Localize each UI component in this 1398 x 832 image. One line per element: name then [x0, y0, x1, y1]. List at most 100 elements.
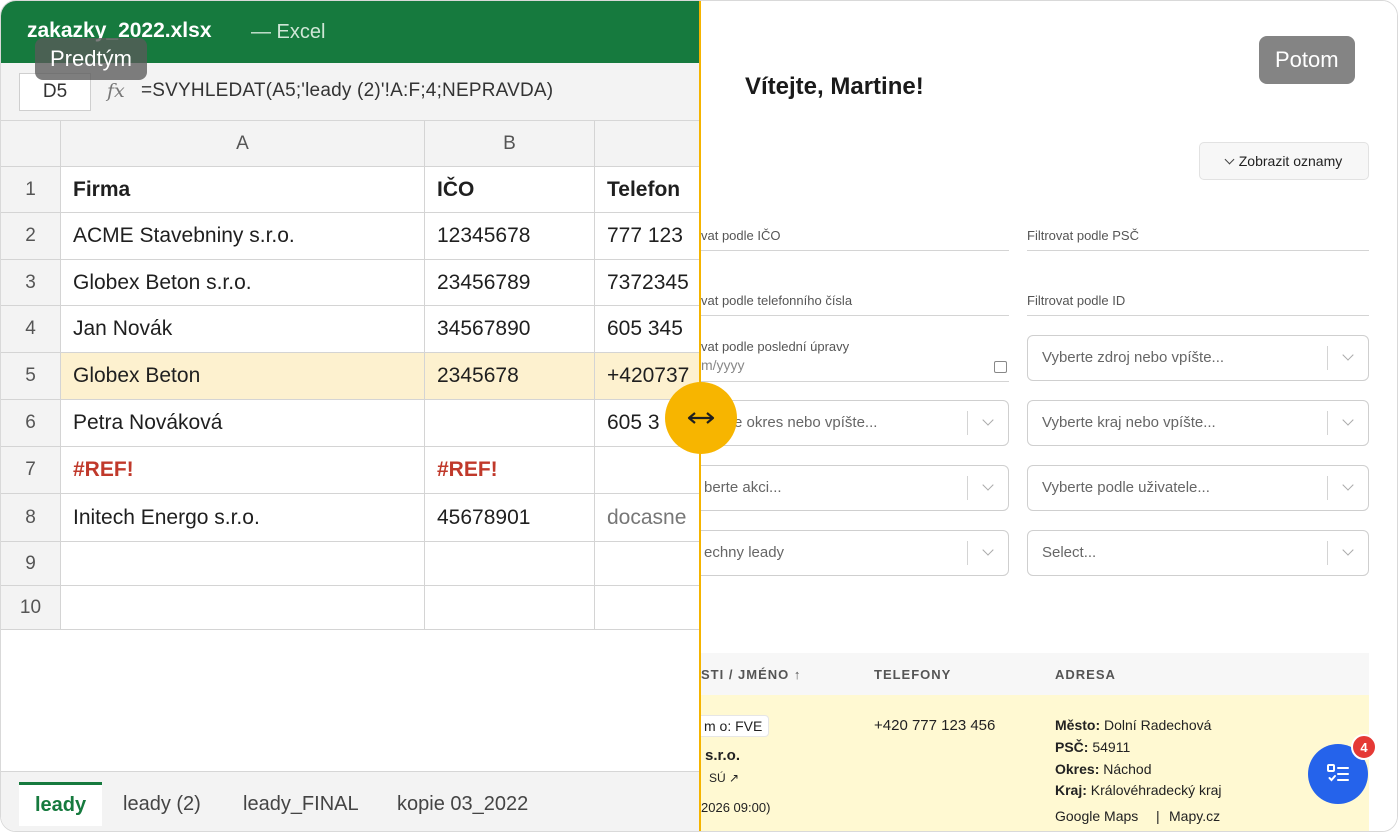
row-header[interactable]: 3 [1, 260, 61, 306]
cell[interactable] [595, 447, 700, 494]
cell[interactable] [425, 542, 595, 586]
district-value: Náchod [1103, 761, 1152, 777]
leads-table-header: STI / JMÉNO ↑ TELEFONY ADRESA [701, 653, 1369, 695]
after-label: Potom [1259, 36, 1355, 84]
calendar-icon[interactable] [994, 361, 1007, 373]
region-select[interactable]: Vyberte kraj nebo vpíšte... [1027, 400, 1369, 446]
cell[interactable]: Globex Beton s.r.o. [61, 260, 425, 306]
google-maps-link[interactable]: Google Maps [1055, 808, 1138, 824]
checklist-icon [1327, 764, 1349, 782]
cell[interactable]: docasne [595, 494, 700, 542]
cell[interactable]: 2345678 [425, 353, 595, 400]
cell[interactable]: #REF! [61, 447, 425, 494]
row-header[interactable]: 9 [1, 542, 61, 586]
show-announcements-button[interactable]: Zobrazit oznamy [1199, 142, 1369, 180]
cell[interactable]: 777 123 [595, 213, 700, 260]
cell[interactable]: IČO [425, 167, 595, 213]
psc-value: 54911 [1092, 739, 1131, 755]
sheet-tab-leady-2[interactable]: leady (2) [107, 782, 217, 826]
slider-handle[interactable] [665, 382, 737, 454]
cell[interactable]: 7372345 [595, 260, 700, 306]
table-row[interactable]: m o: FVE s.r.o. SÚ ↗ 2026 09:00) +420 77… [701, 695, 1369, 831]
chevron-down-icon [982, 544, 994, 556]
cell[interactable] [425, 586, 595, 630]
map-link-separator: | [1156, 808, 1160, 824]
user-select-placeholder: Vyberte podle uživatele... [1042, 479, 1210, 496]
cell[interactable]: Petra Nováková [61, 400, 425, 447]
city-label: Město: [1055, 717, 1101, 733]
cell[interactable]: Jan Novák [61, 306, 425, 353]
column-header-name[interactable]: STI / JMÉNO ↑ [701, 667, 801, 682]
select-separator [1327, 476, 1328, 500]
district-select[interactable]: e okres nebo vpíšte... [701, 400, 1009, 446]
cell[interactable]: Initech Energo s.r.o. [61, 494, 425, 542]
user-select[interactable]: Vyberte podle uživatele... [1027, 465, 1369, 511]
row-header[interactable]: 10 [1, 586, 61, 630]
cell[interactable]: Globex Beton [61, 353, 425, 400]
cell[interactable]: Telefon [595, 167, 700, 213]
id-filter-input[interactable]: Filtrovat podle ID [1027, 276, 1369, 316]
web-app-window: Vítejte, Martine! Potom Zobrazit oznamy … [701, 1, 1397, 831]
generic-select[interactable]: Select... [1027, 530, 1369, 576]
left-right-arrow-icon [687, 412, 715, 424]
sheet-tab-kopie[interactable]: kopie 03_2022 [381, 782, 544, 826]
action-select[interactable]: berte akci... [701, 465, 1009, 511]
chevron-down-icon [982, 414, 994, 426]
row-header[interactable]: 2 [1, 213, 61, 260]
fx-icon: fx [107, 80, 125, 102]
leads-select[interactable]: echny leady [701, 530, 1009, 576]
row-header[interactable]: 4 [1, 306, 61, 353]
address-psc: PSČ: 54911 [1055, 739, 1130, 755]
sheet-tab-leady[interactable]: leady [19, 782, 103, 826]
sheet-tabs: leady leady (2) leady_FINAL kopie 03_202… [1, 771, 700, 831]
city-value: Dolní Radechová [1104, 717, 1212, 733]
address-city: Město: Dolní Radechová [1055, 717, 1211, 733]
cell[interactable]: Firma [61, 167, 425, 213]
select-separator [1327, 346, 1328, 370]
source-select-placeholder: Vyberte zdroj nebo vpíšte... [1042, 349, 1225, 366]
phone-filter-input[interactable]: vat podle telefonního čísla [701, 276, 1009, 316]
column-header-address: ADRESA [1055, 667, 1116, 682]
ico-filter-label: vat podle IČO [701, 228, 781, 243]
cell[interactable]: #REF! [425, 447, 595, 494]
select-separator [967, 411, 968, 435]
company-link[interactable]: s.r.o. [705, 747, 740, 764]
column-header-a[interactable]: A [61, 121, 425, 167]
cell[interactable]: 45678901 [425, 494, 595, 542]
select-separator [967, 541, 968, 565]
cell[interactable]: 605 345 [595, 306, 700, 353]
lead-tag: m o: FVE [701, 715, 770, 737]
sheet-tab-leady-final[interactable]: leady_FINAL [227, 782, 375, 826]
column-header-c[interactable] [595, 121, 700, 167]
cell[interactable] [425, 400, 595, 447]
corner-cell[interactable] [1, 121, 61, 167]
row-header[interactable]: 7 [1, 447, 61, 494]
cell[interactable] [61, 586, 425, 630]
mapy-cz-link[interactable]: Mapy.cz [1169, 808, 1220, 824]
chevron-down-icon [1342, 544, 1354, 556]
row-header[interactable]: 1 [1, 167, 61, 213]
select-separator [967, 476, 968, 500]
psc-filter-input[interactable]: Filtrovat podle PSČ [1027, 211, 1369, 251]
row-header[interactable]: 8 [1, 494, 61, 542]
select-separator [1327, 541, 1328, 565]
ico-filter-input[interactable]: vat podle IČO [701, 211, 1009, 251]
phone-number[interactable]: +420 777 123 456 [874, 717, 995, 734]
cell[interactable]: 34567890 [425, 306, 595, 353]
row-header[interactable]: 5 [1, 353, 61, 400]
source-select[interactable]: Vyberte zdroj nebo vpíšte... [1027, 335, 1369, 381]
chevron-down-icon [1342, 349, 1354, 361]
cell[interactable] [61, 542, 425, 586]
formula-input[interactable]: =SVYHLEDAT(A5;'leady (2)'!A:F;4;NEPRAVDA… [141, 80, 553, 102]
column-header-phones: TELEFONY [874, 667, 952, 682]
row-header[interactable]: 6 [1, 400, 61, 447]
cell[interactable]: 23456789 [425, 260, 595, 306]
cell[interactable]: ACME Stavebniny s.r.o. [61, 213, 425, 260]
address-region: Kraj: Královéhradecký kraj [1055, 782, 1222, 798]
registry-link[interactable]: SÚ ↗ [709, 771, 739, 785]
column-header-b[interactable]: B [425, 121, 595, 167]
cell[interactable]: 12345678 [425, 213, 595, 260]
last-edit-date-input[interactable]: vat podle poslední úpravy m/yyyy [701, 331, 1009, 382]
cell[interactable] [595, 586, 700, 630]
cell[interactable] [595, 542, 700, 586]
